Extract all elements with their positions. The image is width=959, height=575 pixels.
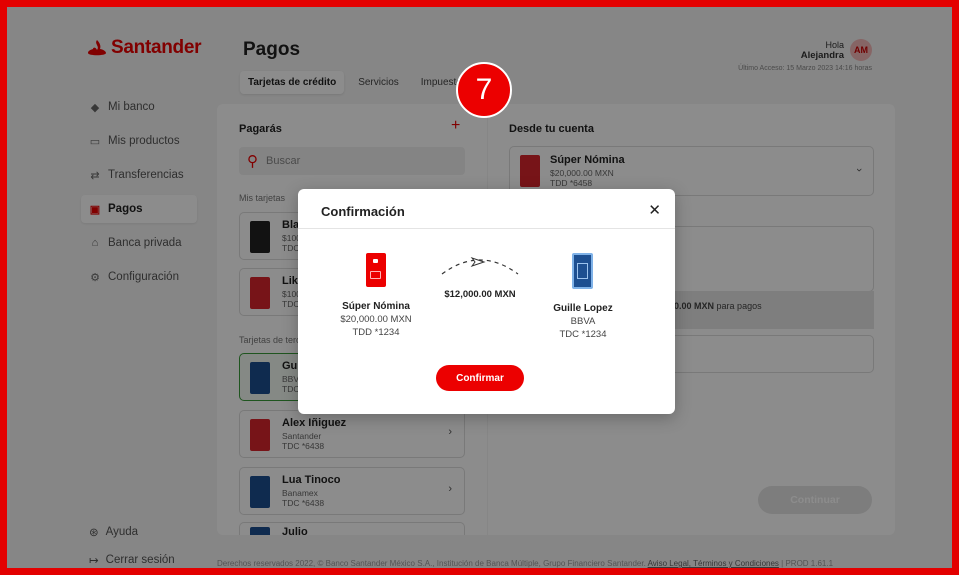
card-chip-icon xyxy=(577,263,588,279)
app-frame: Santander ◆ Mi banco ▭ Mis productos ⇄ T… xyxy=(0,0,959,575)
destination-bank: BBVA xyxy=(570,316,596,327)
destination-name: Guille Lopez xyxy=(553,303,613,314)
modal-title: Confirmación xyxy=(321,204,405,219)
confirm-button[interactable]: Confirmar xyxy=(436,365,524,391)
transfer-amount: $12,000.00 MXN xyxy=(444,289,516,300)
step-badge: 7 xyxy=(456,62,512,118)
card-chip-icon xyxy=(370,271,381,279)
source-card-image xyxy=(366,253,386,287)
confirmation-modal: Confirmación ✕ Súper Nómina $20,000.00 M… xyxy=(298,189,675,414)
source-number: TDD *1234 xyxy=(352,327,400,338)
close-icon[interactable]: ✕ xyxy=(648,201,661,219)
send-arrow-icon xyxy=(441,257,519,275)
destination-number: TDC *1234 xyxy=(559,329,607,340)
source-balance: $20,000.00 MXN xyxy=(340,314,412,325)
modal-divider xyxy=(298,228,675,229)
card-logo-icon xyxy=(373,259,378,263)
source-details: Súper Nómina $20,000.00 MXN TDD *1234 xyxy=(316,300,436,339)
destination-details: Guille Lopez BBVA TDC *1234 xyxy=(523,302,643,341)
source-name: Súper Nómina xyxy=(342,301,410,312)
destination-card-image xyxy=(572,253,593,289)
